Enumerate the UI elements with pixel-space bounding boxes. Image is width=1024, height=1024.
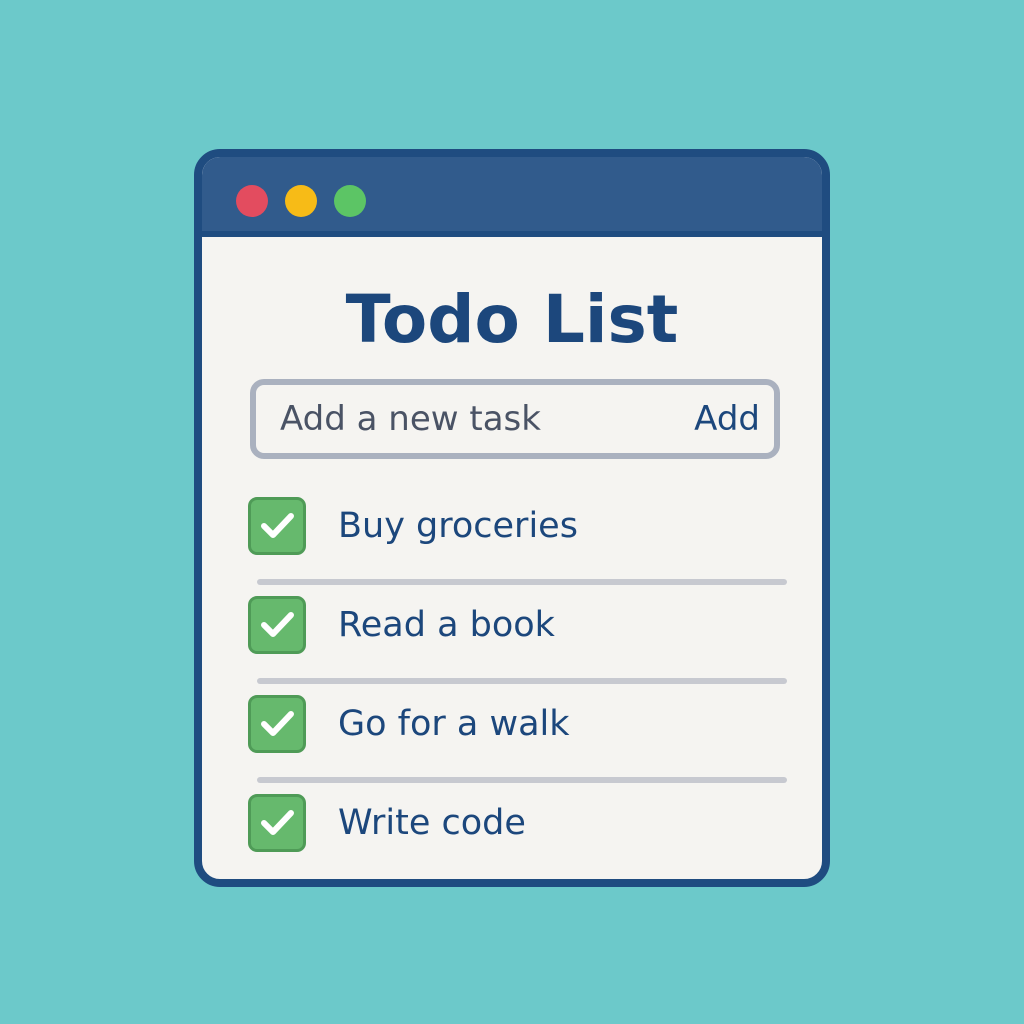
list-item: Read a book: [240, 596, 790, 660]
list-item: Write code: [240, 794, 790, 858]
task-checkbox[interactable]: [248, 794, 306, 852]
task-label: Go for a walk: [338, 704, 570, 744]
task-label: Write code: [338, 803, 526, 843]
add-task-button[interactable]: Add: [694, 385, 760, 453]
divider: [257, 579, 787, 585]
task-checkbox[interactable]: [248, 596, 306, 654]
divider: [257, 678, 787, 684]
task-checkbox[interactable]: [248, 497, 306, 555]
checkmark-icon: [261, 711, 294, 736]
divider: [257, 777, 787, 783]
checkmark-icon: [261, 612, 294, 637]
title-bar: [202, 157, 822, 237]
new-task-form: Add: [250, 379, 780, 459]
list-item: Buy groceries: [240, 497, 790, 561]
task-label: Buy groceries: [338, 506, 578, 546]
task-checkbox[interactable]: [248, 695, 306, 753]
page-title: Todo List: [345, 281, 679, 358]
maximize-dot-icon[interactable]: [334, 185, 366, 217]
checkmark-icon: [261, 513, 294, 538]
list-item: Go for a walk: [240, 695, 790, 759]
app-window: Todo List Add Buy groceries Read a book: [194, 149, 830, 887]
minimize-dot-icon[interactable]: [285, 185, 317, 217]
checkmark-icon: [261, 810, 294, 835]
close-dot-icon[interactable]: [236, 185, 268, 217]
new-task-input[interactable]: [280, 385, 660, 453]
task-label: Read a book: [338, 605, 555, 645]
